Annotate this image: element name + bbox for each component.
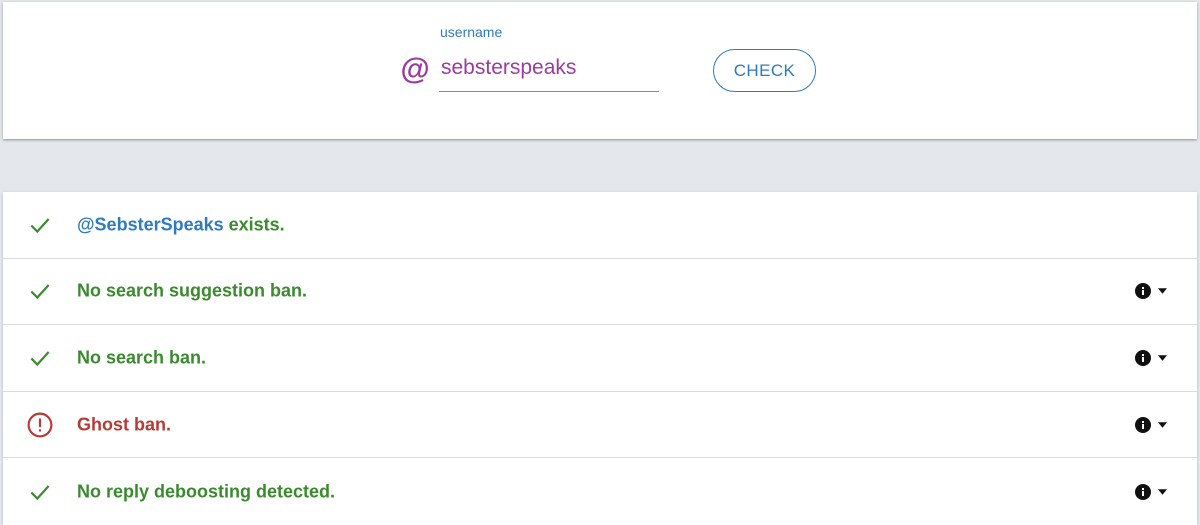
check-button[interactable]: CHECK <box>713 49 816 92</box>
username-input[interactable] <box>439 50 659 92</box>
result-text: No search suggestion ban. <box>77 280 308 301</box>
result-text: Ghost ban. <box>77 414 171 435</box>
info-icon <box>1135 416 1151 433</box>
search-panel: @ username CHECK <box>3 2 1197 139</box>
check-icon <box>30 218 50 233</box>
caret-down-icon <box>1158 355 1167 361</box>
result-row-exists: @SebsterSpeaks exists. <box>3 192 1197 259</box>
info-toggle[interactable] <box>1135 481 1175 503</box>
check-icon <box>30 284 50 300</box>
caret-down-icon <box>1158 288 1167 295</box>
check-icon <box>30 351 50 367</box>
check-icon <box>30 484 50 500</box>
info-icon <box>1135 483 1151 500</box>
info-toggle[interactable] <box>1135 347 1175 369</box>
result-row-reply-deboosting: No reply deboosting detected. <box>3 458 1197 525</box>
result-text: @SebsterSpeaks exists. <box>77 214 285 235</box>
info-icon <box>1135 283 1151 300</box>
result-text: No search ban. <box>77 347 207 368</box>
result-row-ghost-ban: Ghost ban. <box>3 392 1197 459</box>
username-label: username <box>440 24 503 40</box>
info-toggle[interactable] <box>1135 414 1175 436</box>
caret-down-icon <box>1158 421 1167 428</box>
at-sign-icon: @ <box>400 53 430 86</box>
result-suffix: exists. <box>223 214 285 235</box>
username-handle: @SebsterSpeaks <box>77 214 224 235</box>
result-text: No reply deboosting detected. <box>77 481 336 502</box>
caret-down-icon <box>1158 488 1167 495</box>
result-row-search-ban: No search ban. <box>3 325 1197 392</box>
results-list: @SebsterSpeaks exists. No search suggest… <box>3 192 1197 525</box>
info-icon <box>1135 349 1151 366</box>
alert-circle-icon <box>27 412 53 438</box>
info-toggle[interactable] <box>1135 280 1175 302</box>
result-row-search-suggestion-ban: No search suggestion ban. <box>3 259 1197 326</box>
